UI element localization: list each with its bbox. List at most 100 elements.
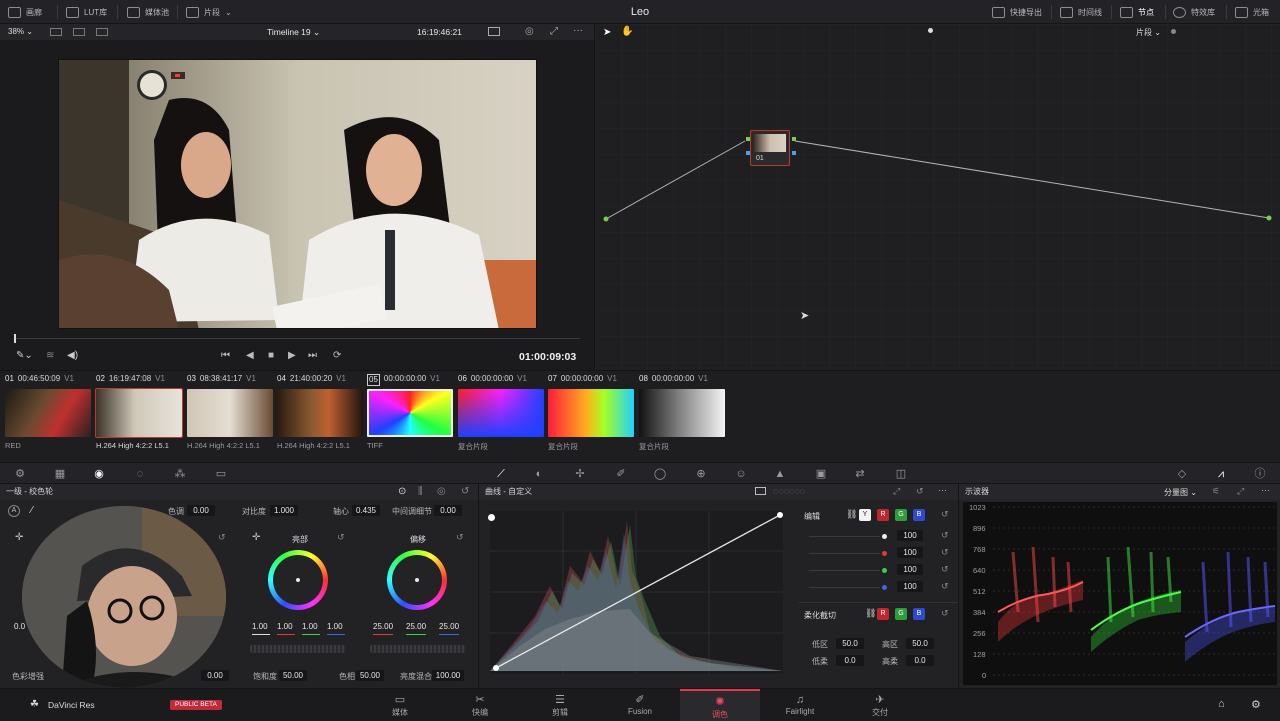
clip-05[interactable]: 05 00:00:00:00 V1 TIFF [367,371,455,463]
hue-value[interactable]: 50.00 [356,670,384,681]
page-deliver[interactable]: ✈ 交付 [840,689,920,721]
node-input-rgb[interactable] [746,137,750,141]
info-icon[interactable]: ⓘ [1253,467,1267,481]
play-reverse-icon[interactable]: ◀ [246,350,254,361]
gain-wheel[interactable] [268,550,328,610]
3d-icon[interactable]: ◫ [894,467,908,481]
softclip-r-button[interactable]: R [877,608,889,620]
curve-mode-icon[interactable] [755,487,766,495]
reset-icon[interactable]: ↺ [916,486,924,497]
camera-raw-icon[interactable]: ⚙ [13,467,27,481]
gain-master-slider[interactable] [250,645,346,653]
intensity-y[interactable]: 100 [897,530,923,541]
intensity-b[interactable]: 100 [897,581,923,592]
layers-icon[interactable]: ≋ [46,350,54,361]
reset-icon[interactable]: ↺ [337,532,345,543]
node-01[interactable]: 01 [746,130,796,166]
link-icon[interactable]: ⛓ [865,608,876,619]
expand-icon[interactable]: ⤢ [893,486,900,497]
offset-master-slider[interactable] [370,645,466,653]
reset-icon[interactable]: ↺ [941,530,949,541]
media-pool-button[interactable]: 媒体池 [127,0,169,24]
offset-wheel[interactable] [387,550,447,610]
reset-icon[interactable]: ↺ [218,532,226,543]
page-fusion[interactable]: ✐ Fusion [600,689,680,721]
sizing-icon[interactable]: ⇄ [853,467,867,481]
skip-end-icon[interactable]: ⏭ [308,350,317,361]
reset-icon[interactable]: ↺ [461,486,469,497]
clips-button[interactable]: 片段 ⌄ [186,0,232,24]
home-icon[interactable]: ⌂ [1218,698,1225,710]
color-match-icon[interactable]: ▦ [53,467,67,481]
channel-g-button[interactable]: G [895,509,907,521]
lut-button[interactable]: LUT库 [66,0,107,24]
stop-icon[interactable]: ■ [268,350,274,361]
qualifier-grid-icon[interactable]: ✢ [573,467,587,481]
scope-mode-select[interactable]: 分量图 ⌄ [1164,487,1197,498]
low-value[interactable]: 50.0 [836,638,864,649]
node-output-key[interactable] [792,151,796,155]
reset-icon[interactable]: ↺ [941,581,949,592]
clip-02[interactable]: 02 16:19:47:08 V1 H.264 High 4:2:2 L5.1 [95,371,184,463]
reset-icon[interactable]: ↺ [941,564,949,575]
fullscreen-icon[interactable]: ⤢ [550,26,558,37]
timeline-select[interactable]: Timeline 19 ⌄ [267,27,320,38]
channel-r-button[interactable]: R [877,509,889,521]
curves-icon[interactable]: ⟋ [494,467,508,481]
channel-y-button[interactable]: Y [859,509,871,521]
quick-export-button[interactable]: 快捷导出 [992,0,1042,24]
color-boost-value[interactable]: 0.00 [201,670,229,681]
tracker-icon[interactable]: ⊕ [694,467,708,481]
reset-icon[interactable]: ↺ [941,509,949,520]
lum-mix-value[interactable]: 100.00 [432,670,464,681]
bars-mode-icon[interactable]: ⫼ [418,486,423,497]
auto-balance-icon[interactable]: A [8,505,20,517]
view-compare-icon[interactable] [96,28,108,36]
effects-library-button[interactable]: 特效库 [1173,0,1215,24]
color-picker-icon[interactable]: ◎ [525,26,534,37]
keyframes-icon[interactable]: ◇ [1175,467,1189,481]
intensity-g[interactable]: 100 [897,564,923,575]
nodes-button[interactable]: 节点 [1120,0,1154,24]
contrast-value[interactable]: 1.000 [270,505,298,516]
settings-gear-icon[interactable]: ⚙ [1251,698,1261,711]
page-cut[interactable]: ✂ 快编 [440,689,520,721]
expand-icon[interactable]: ⤢ [1237,486,1244,497]
motion-effects-icon[interactable]: ▭ [214,467,228,481]
hdr-icon[interactable]: ◌ [133,467,147,481]
magic-mask-icon[interactable]: ☺ [734,467,748,481]
key-icon[interactable]: ▣ [814,467,828,481]
page-edit[interactable]: ☰ 剪辑 [520,689,600,721]
curve-custom-icon[interactable]: ◌◌◌◌◌◌ [773,486,805,496]
node-editor[interactable]: ➤ ✋ 片段 ⌄ 01 ➤ [594,24,1280,370]
clip-07[interactable]: 07 00:00:00:00 V1 复合片段 [548,371,636,463]
saturation-value[interactable]: 50.00 [279,670,307,681]
reset-icon[interactable]: ↺ [941,608,949,619]
clip-08[interactable]: 08 00:00:00:00 V1 复合片段 [639,371,727,463]
page-media[interactable]: ▭ 媒体 [360,689,440,721]
pivot-value[interactable]: 0.435 [352,505,380,516]
link-icon[interactable]: ⛓ [846,509,857,520]
more-icon[interactable]: ··· [938,485,947,495]
page-fairlight[interactable]: ♫ Fairlight [760,689,840,721]
loop-icon[interactable]: ⟳ [333,350,341,361]
gallery-button[interactable]: 画廊 [8,0,42,24]
skip-start-icon[interactable]: ⏮ [221,350,230,361]
blur-icon[interactable]: ▲ [773,467,787,481]
magic-wand-icon[interactable]: ⁄ [31,505,33,516]
timeline-button[interactable]: 时间线 [1060,0,1102,24]
view-single-icon[interactable] [50,28,62,36]
high-value[interactable]: 50.0 [906,638,934,649]
curve-graph[interactable] [490,511,783,674]
display-icon[interactable] [488,27,500,36]
curve-anchor-icon[interactable] [488,514,495,521]
softclip-b-button[interactable]: B [913,608,925,620]
reset-icon[interactable]: ↺ [941,547,949,558]
mid-detail-value[interactable]: 0.00 [434,505,462,516]
log-mode-icon[interactable]: ◎ [437,486,446,497]
tint-value[interactable]: 0.00 [187,505,215,516]
low-soft-value[interactable]: 0.0 [836,655,864,666]
rgb-mixer-icon[interactable]: ⁂ [173,467,187,481]
clip-01[interactable]: 01 00:46:50:09 V1 RED [5,371,93,463]
scopes-icon[interactable]: ⩘ [1214,467,1228,481]
